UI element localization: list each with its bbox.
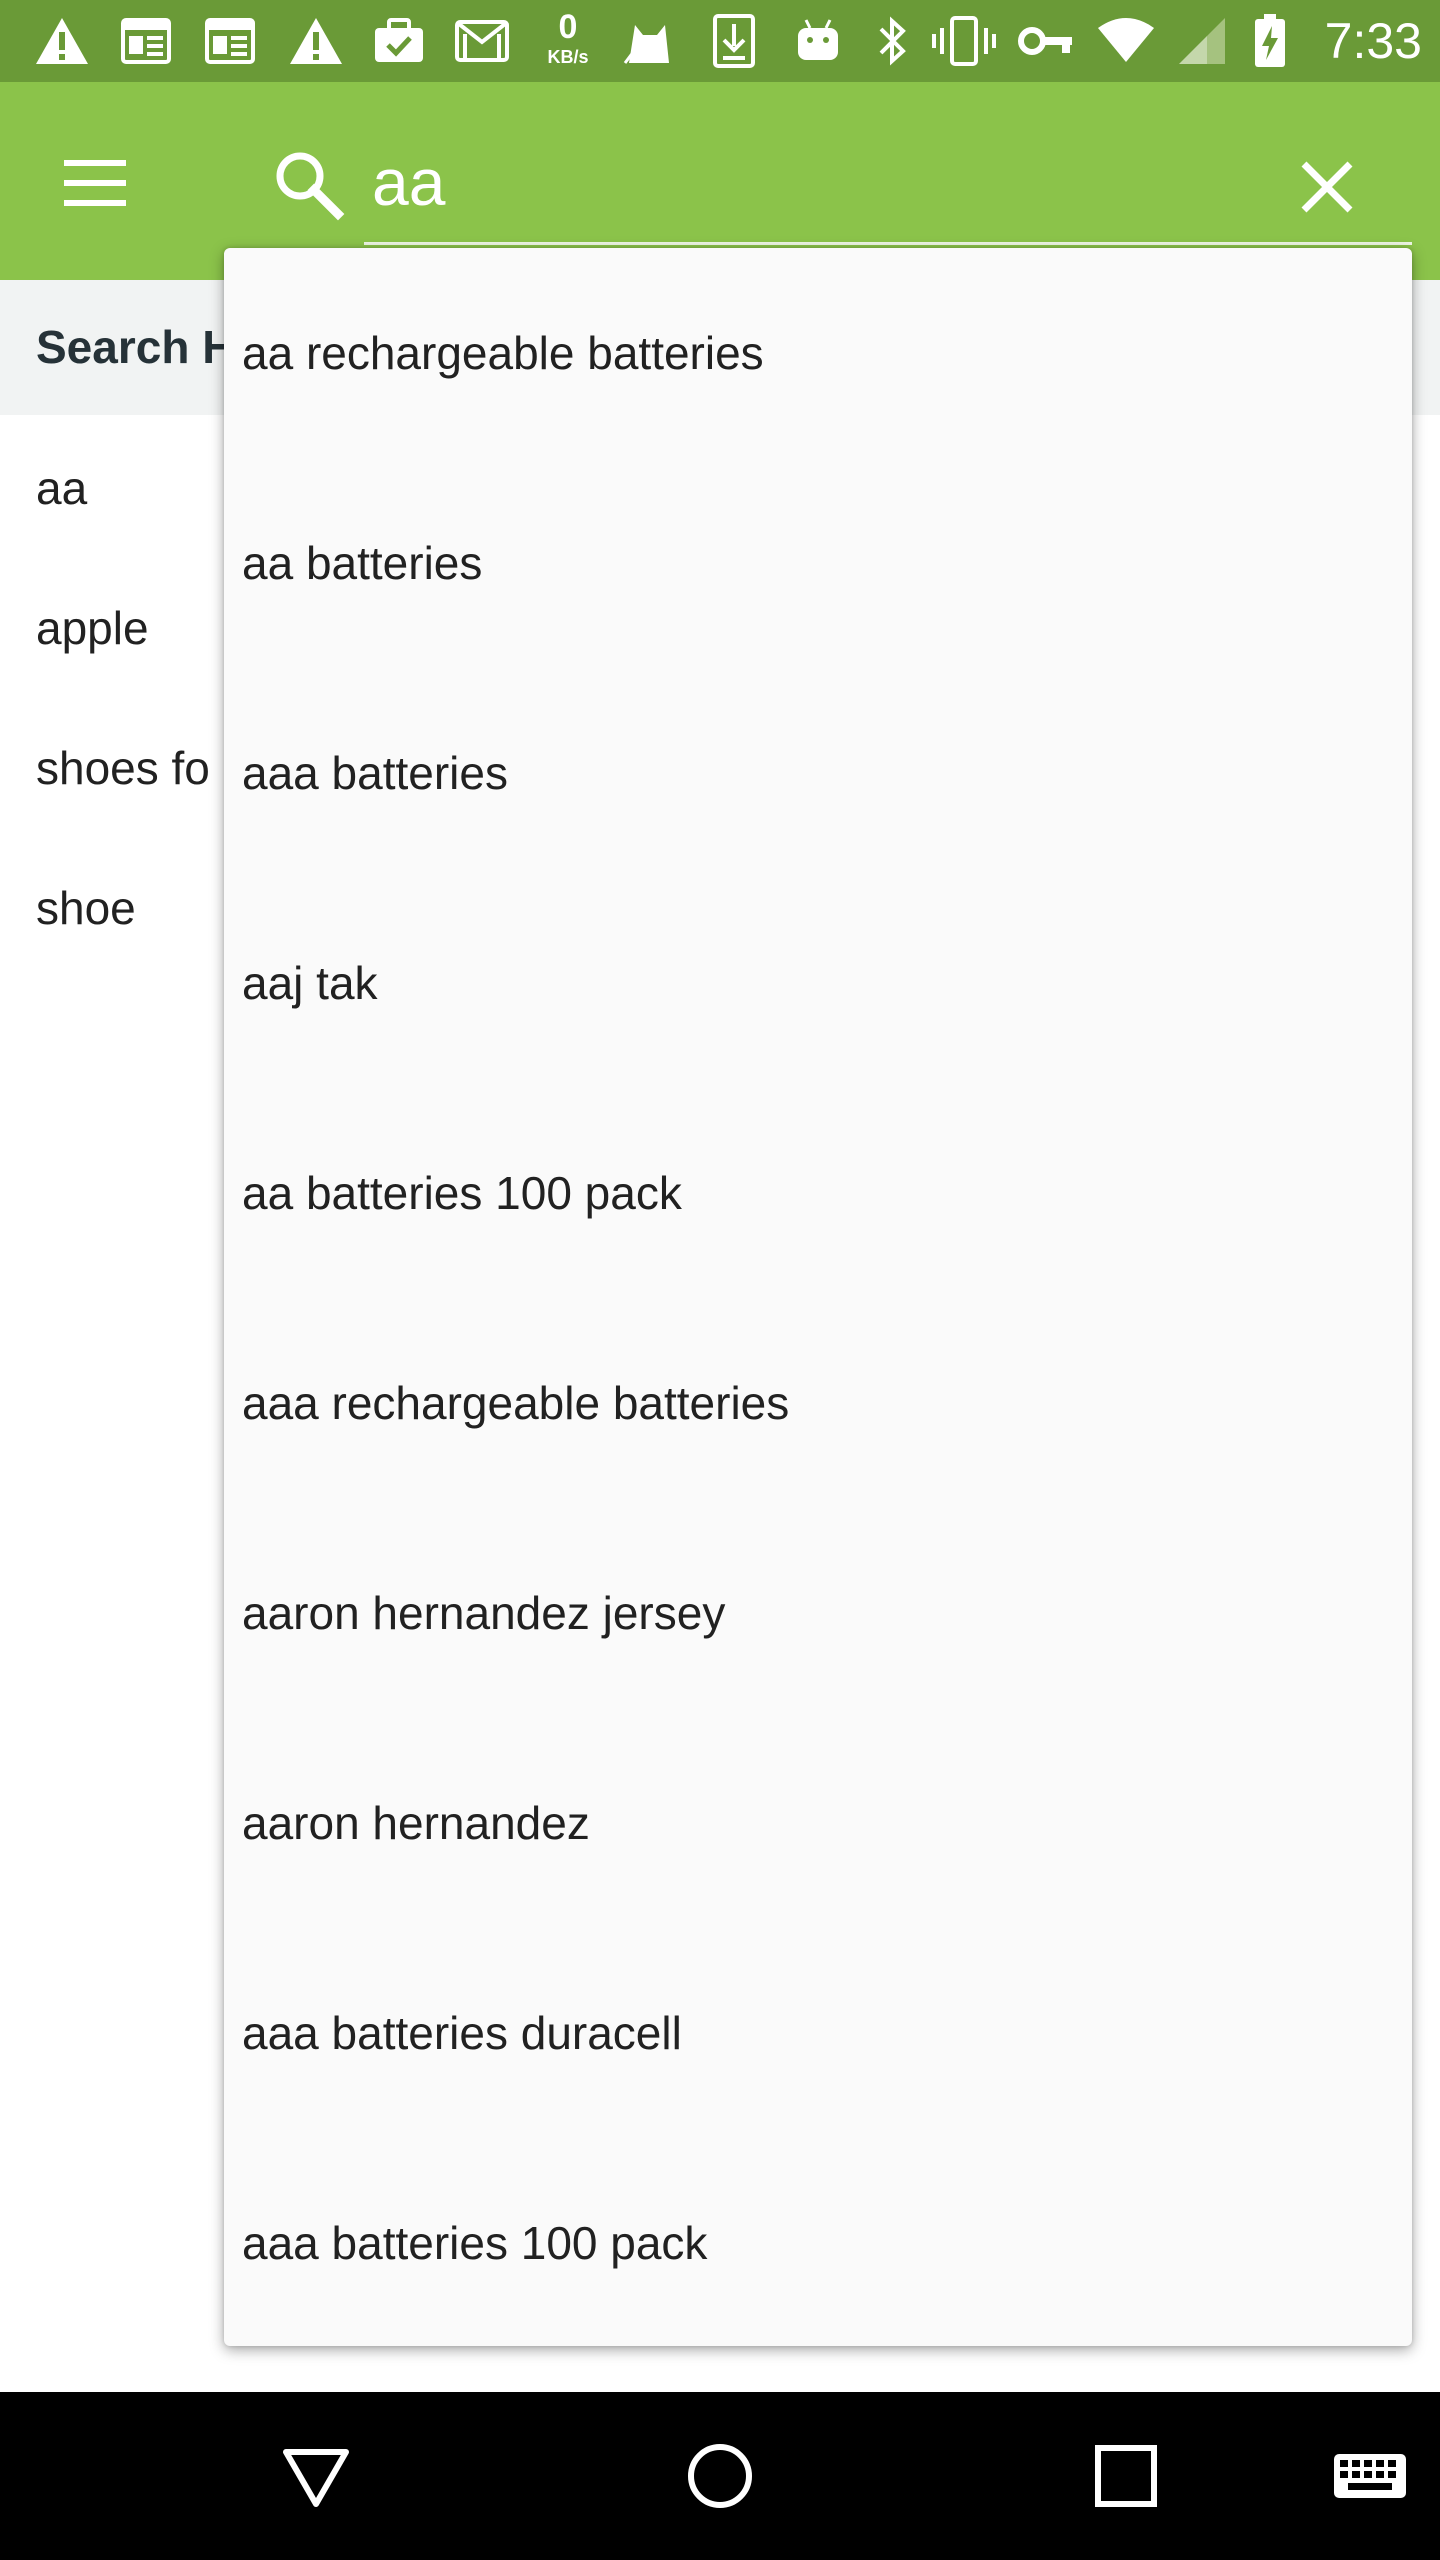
news-icon — [202, 14, 258, 68]
hamburger-menu-icon — [64, 160, 126, 206]
clear-search-button[interactable] — [1292, 152, 1362, 222]
history-item[interactable]: apple — [36, 558, 149, 698]
warning-icon — [30, 14, 94, 68]
suggestion-item[interactable]: aaa rechargeable batteries — [224, 1298, 1412, 1508]
menu-button[interactable] — [58, 152, 138, 212]
suggestion-item[interactable]: aaa batteries 100 pack — [224, 2138, 1412, 2346]
close-icon — [1301, 161, 1353, 213]
suggestion-item[interactable]: aa rechargeable batteries — [224, 248, 1412, 458]
suggestion-item[interactable]: aaj tak — [224, 878, 1412, 1088]
suggestion-item[interactable]: aaron hernandez — [224, 1718, 1412, 1928]
search-button[interactable] — [270, 146, 346, 222]
back-button[interactable] — [276, 2436, 356, 2516]
back-icon — [283, 2449, 349, 2507]
home-icon — [688, 2444, 752, 2508]
key-icon — [1016, 14, 1076, 68]
navigation-bar — [0, 2392, 1440, 2560]
network-speed-unit: KB/s — [547, 47, 589, 67]
keyboard-icon — [1334, 2454, 1406, 2498]
suggestion-item[interactable]: aa batteries 100 pack — [224, 1088, 1412, 1298]
bluetooth-icon — [872, 14, 912, 68]
vibrate-icon — [930, 14, 998, 68]
cat-icon — [620, 14, 678, 68]
network-speed-value: 0 — [558, 8, 578, 46]
search-input[interactable] — [372, 132, 1252, 232]
search-input-underline — [364, 242, 1412, 245]
suggestion-item[interactable]: aaa batteries — [224, 668, 1412, 878]
search-icon — [276, 152, 345, 221]
download-icon — [708, 14, 760, 68]
gmail-icon — [452, 14, 512, 68]
briefcase-check-icon — [370, 14, 428, 68]
recents-icon — [1095, 2445, 1157, 2507]
history-item[interactable]: shoes fo — [36, 698, 210, 838]
home-button[interactable] — [680, 2436, 760, 2516]
clock: 7:33 — [1324, 13, 1422, 69]
signal-icon — [1174, 14, 1230, 68]
news-icon — [118, 14, 174, 68]
recents-button[interactable] — [1086, 2436, 1166, 2516]
status-bar: 0 KB/s 7:33 — [0, 0, 1440, 82]
search-suggestions-dropdown: aa rechargeable batteries aa batteries a… — [224, 248, 1412, 2346]
suggestion-item[interactable]: aaa batteries duracell — [224, 1928, 1412, 2138]
keyboard-button[interactable] — [1330, 2436, 1410, 2516]
battery-charging-icon — [1250, 14, 1290, 68]
network-speed: 0 KB/s — [536, 8, 600, 78]
warning-icon — [284, 14, 348, 68]
history-item[interactable]: aa — [36, 418, 87, 558]
history-item[interactable]: shoe — [36, 838, 136, 978]
suggestion-item[interactable]: aa batteries — [224, 458, 1412, 668]
search-history-title: Search H — [36, 321, 236, 373]
wifi-icon — [1094, 14, 1158, 68]
android-icon — [790, 14, 846, 68]
suggestion-item[interactable]: aaron hernandez jersey — [224, 1508, 1412, 1718]
